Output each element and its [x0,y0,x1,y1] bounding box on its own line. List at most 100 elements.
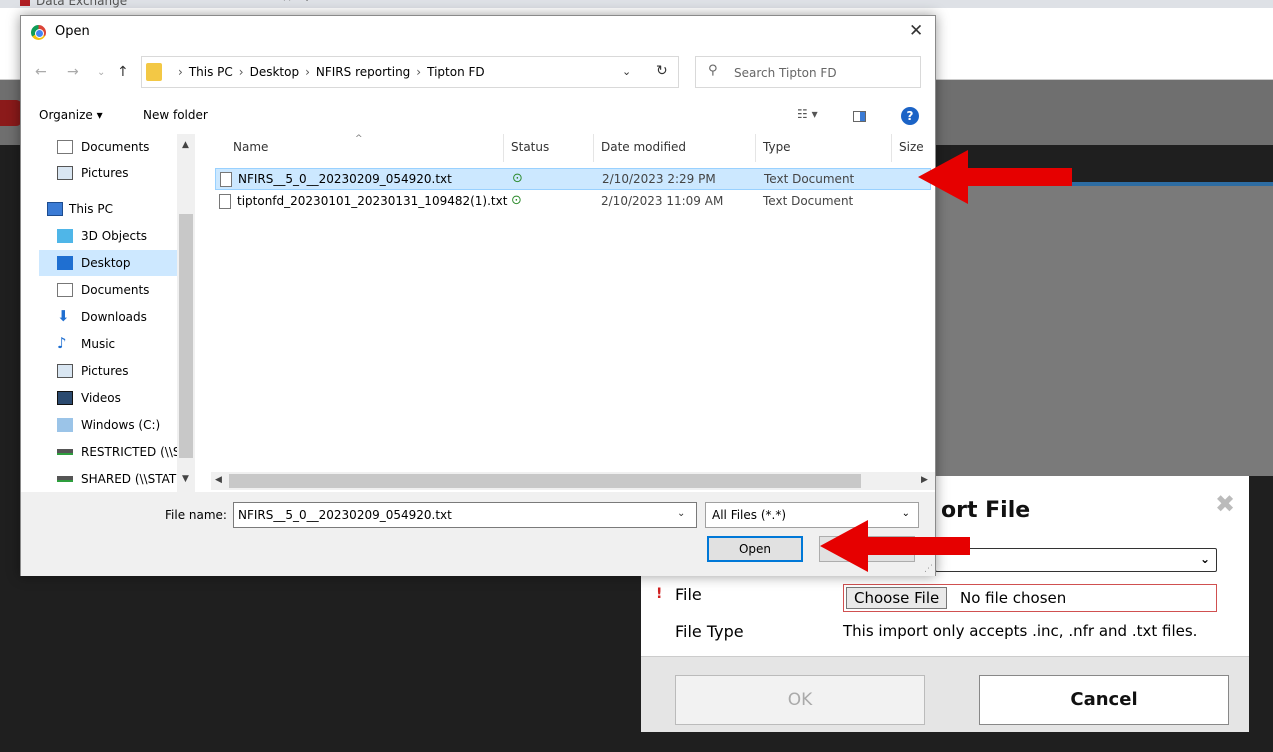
chevron-down-icon: ⌄ [1199,552,1210,566]
import-type-select[interactable]: ⌄ [935,548,1217,572]
nav-item-pictures[interactable]: Pictures [39,160,195,186]
choose-file-button[interactable]: Choose File [846,587,948,609]
view-options-icon[interactable]: ☷ ▾ [797,107,818,121]
file-name: tiptonfd_20230101_20230131_109482(1).txt [237,194,508,208]
nav-item-3d-objects[interactable]: 3D Objects [39,223,195,249]
ok-button[interactable]: OK [675,675,925,725]
nav-item-windows-c[interactable]: Windows (C:) [39,412,195,438]
video-icon [57,391,73,405]
organize-menu-button[interactable]: Organize ▾ [39,108,103,122]
nav-item-label: Pictures [81,166,129,180]
nav-item-documents[interactable]: Documents [39,277,195,303]
app-logo-icon [0,100,22,126]
required-indicator: ! [656,586,663,602]
chevron-down-icon[interactable]: ⌄ [677,508,685,519]
recent-locations-chevron-icon[interactable]: ⌄ [97,67,105,78]
text-file-icon [220,172,232,187]
file-date: 2/10/2023 11:09 AM [601,194,724,208]
nav-item-restricted[interactable]: RESTRICTED (\\S [39,439,195,465]
file-input[interactable]: Choose File No file chosen [843,584,1217,612]
navigation-bar: ← → ⌄ ↑ › This PC › Desktop › NFIRS reporting… [21,56,935,90]
search-input[interactable]: ⚲ Search Tipton FD [695,56,921,88]
cancel-button[interactable]: Cancel [979,675,1229,725]
nav-item-label: RESTRICTED (\\S [81,445,181,459]
scrollbar-thumb[interactable] [179,214,193,458]
column-divider[interactable] [891,134,892,162]
file-row[interactable]: NFIRS__5_0__20230209_054920.txt ⊙ 2/10/2… [215,168,931,190]
scroll-left-icon[interactable]: ◀ [215,475,222,485]
nav-item-pictures[interactable]: Pictures [39,358,195,384]
close-icon[interactable]: ✕ [909,21,923,41]
sort-ascending-icon: ^ [355,134,363,144]
sync-status-icon: ⊙ [512,171,523,186]
breadcrumb-this-pc[interactable]: This PC [189,65,233,79]
file-type-hint: This import only accepts .inc, .nfr and … [843,622,1198,640]
pictures-icon [57,166,73,180]
column-divider[interactable] [755,134,756,162]
browser-tab[interactable]: Data Exchange × + [20,0,310,8]
breadcrumb-nfirs-reporting[interactable]: NFIRS reporting [316,65,410,79]
column-header-name[interactable]: Name [233,140,268,154]
cube-icon [57,229,73,243]
nav-item-label: Downloads [81,310,147,324]
help-icon[interactable]: ? [901,107,919,125]
address-bar[interactable]: › This PC › Desktop › NFIRS reporting › Tipton … [141,56,679,88]
dialog-bottom-panel: File name: ⌄ All Files (*.*) ⌄ Open ⋰ [21,492,935,576]
nav-item-this-pc[interactable]: This PC [39,196,195,222]
file-list: ^ Name Status Date modified Type Size NF… [211,134,935,474]
preview-pane-icon[interactable] [853,111,866,122]
up-arrow-icon[interactable]: ↑ [117,64,129,80]
file-label: File [675,585,702,604]
nav-item-label: Pictures [81,364,129,378]
nav-item-documents[interactable]: Documents [39,134,195,160]
sync-status-icon: ⊙ [511,193,522,208]
download-icon: ⬇ [57,307,70,325]
network-drive-icon [57,449,73,455]
scroll-up-icon[interactable]: ▲ [182,140,189,150]
scroll-right-icon[interactable]: ▶ [921,475,928,485]
file-row[interactable]: tiptonfd_20230101_20230131_109482(1).txt… [215,191,931,213]
open-button[interactable]: Open [707,536,803,562]
search-icon: ⚲ [708,63,718,78]
breadcrumb: › This PC › Desktop › NFIRS reporting › Tipton … [172,65,485,79]
folder-icon [146,63,162,81]
back-arrow-icon[interactable]: ← [35,64,47,80]
forward-arrow-icon[interactable]: → [67,64,79,80]
file-name-input[interactable] [233,502,697,528]
new-folder-button[interactable]: New folder [143,108,208,122]
document-icon [57,140,73,154]
nav-item-label: Desktop [81,256,131,270]
no-file-text: No file chosen [960,589,1067,607]
dialog-title: Open [55,24,90,39]
column-divider[interactable] [593,134,594,162]
chevron-down-icon[interactable]: ⌄ [622,65,631,78]
scroll-down-icon[interactable]: ▼ [182,474,189,484]
breadcrumb-desktop[interactable]: Desktop [250,65,300,79]
nav-item-videos[interactable]: Videos [39,385,195,411]
breadcrumb-tipton-fd[interactable]: Tipton FD [427,65,485,79]
nav-pane-scrollbar[interactable]: ▲ ▼ [177,134,195,494]
scrollbar-thumb[interactable] [229,474,861,488]
navigation-pane: Documents Pictures This PC 3D Objects De… [39,134,197,494]
refresh-icon[interactable]: ↻ [656,63,668,79]
nav-item-desktop[interactable]: Desktop [39,250,195,276]
document-icon [57,283,73,297]
column-divider[interactable] [503,134,504,162]
nav-item-label: Music [81,337,116,351]
drive-icon [57,418,73,432]
file-list-horizontal-scrollbar[interactable]: ◀ ▶ [211,472,935,490]
nav-item-downloads[interactable]: ⬇ Downloads [39,304,195,330]
column-header-status[interactable]: Status [511,140,549,154]
column-header-date-modified[interactable]: Date modified [601,140,686,154]
modal-footer: OK Cancel [641,656,1249,732]
modal-overlay [935,186,1273,476]
nav-item-music[interactable]: ♪ Music [39,331,195,357]
open-file-dialog: Open ✕ ← → ⌄ ↑ › This PC › Desktop › NFIRS re… [20,15,936,576]
network-drive-icon [57,476,73,482]
nav-item-shared[interactable]: SHARED (\\STAT [39,466,195,492]
close-icon[interactable]: ✖ [1215,490,1235,518]
dialog-titlebar: Open ✕ [21,16,935,48]
column-header-type[interactable]: Type [763,140,791,154]
breadcrumb-separator-icon: › [305,65,310,79]
red-arrow-icon [918,150,1072,204]
